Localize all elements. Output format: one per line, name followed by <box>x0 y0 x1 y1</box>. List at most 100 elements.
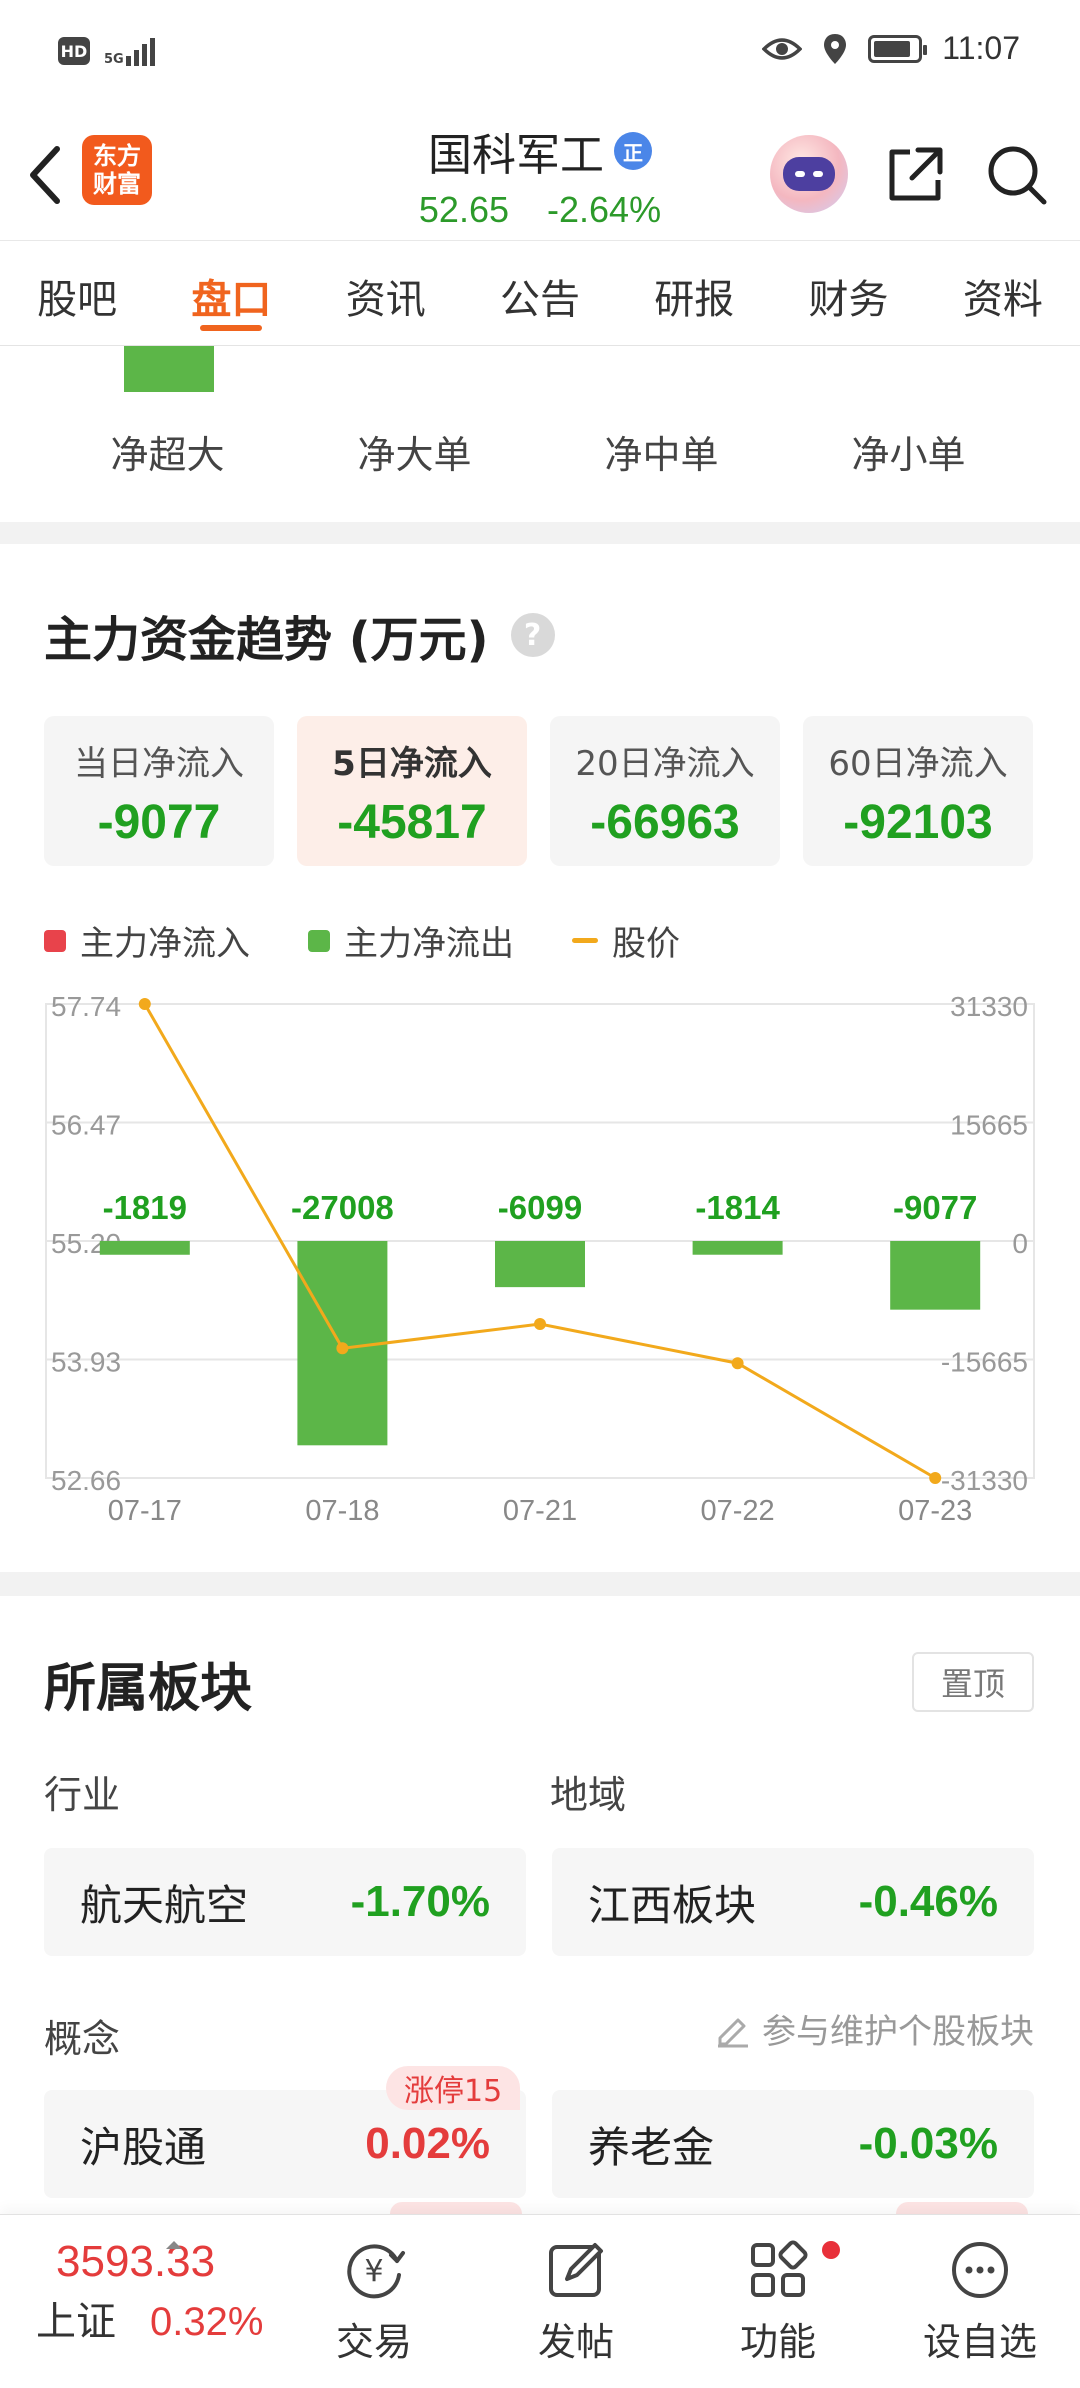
concept-sector[interactable]: 养老金 -0.03% <box>552 2090 1034 2198</box>
pin-top-button[interactable]: 置顶 <box>912 1652 1034 1712</box>
flow-label: 净小单 <box>851 433 966 477</box>
x-tick-label: 07-23 <box>898 1495 972 1527</box>
sector-name: 航天航空 <box>80 1880 249 1930</box>
chart-svg: 57.7456.4755.2053.9352.6631330156650-156… <box>45 991 1035 1527</box>
x-tick-label: 07-21 <box>503 1495 577 1527</box>
period-label: 当日净流入 <box>74 744 244 784</box>
price-point <box>731 1357 744 1370</box>
fund-trend-chart: 57.74 56.47 55.20 53.93 52.66 31330 15665 0 -156… <box>0 984 1080 1564</box>
price-point <box>138 998 151 1010</box>
help-icon[interactable]: ? <box>510 613 555 657</box>
bar-value-label: -1814 <box>695 1189 780 1226</box>
chart-legend: 主力净流入 主力净流出 股价 <box>44 916 680 965</box>
y-right-tick-label: 0 <box>1012 1228 1028 1259</box>
flow-label: 净大单 <box>357 433 472 477</box>
period-value: -66963 <box>590 796 740 849</box>
bar-value-label: -6099 <box>498 1189 582 1226</box>
market-index[interactable]: 3593.33 上证 0.32% <box>36 2237 286 2347</box>
price-point <box>534 1318 546 1331</box>
legend-item: 主力净流出 <box>308 916 514 965</box>
industry-sector[interactable]: 航天航空 -1.70% <box>44 1848 526 1956</box>
y-left-tick-label: 56.47 <box>51 1110 121 1141</box>
limit-up-tag: 涨停15 <box>386 2066 521 2110</box>
tab-bar: 股吧 盘口 资讯 公告 研报 财务 资料 <box>0 240 1080 346</box>
legend-item: 主力净流入 <box>44 916 250 965</box>
tab-3[interactable]: 资讯 <box>309 241 463 345</box>
nav-trade[interactable]: ¥ 交易 <box>304 2235 444 2366</box>
flow-bar <box>495 1241 585 1288</box>
maintain-sectors-link[interactable]: 参与维护个股板块 <box>714 2004 1034 2053</box>
tab-2[interactable]: 盘口 <box>154 241 308 345</box>
stock-name: 国科军工 <box>428 130 604 181</box>
industry-label: 行业 <box>44 1773 121 1817</box>
period-option[interactable]: 60日净流入 -92103 <box>803 716 1033 866</box>
legend-label: 主力净流出 <box>344 924 514 964</box>
price-point <box>336 1342 349 1355</box>
sector-name: 江西板块 <box>588 1880 757 1930</box>
y-right-tick-label: -31330 <box>941 1465 1028 1496</box>
bar-value-label: -27008 <box>291 1189 394 1226</box>
period-option[interactable]: 20日净流入 -66963 <box>550 716 780 866</box>
bar-value-label: -1819 <box>103 1189 187 1226</box>
signal-icon <box>125 36 155 66</box>
stock-price: 52.65 <box>418 189 509 230</box>
period-option[interactable]: 当日净流入 -9077 <box>44 716 274 866</box>
network-indicator: 5G <box>104 36 155 66</box>
compose-icon <box>506 2235 646 2305</box>
location-icon <box>824 33 847 64</box>
flow-bar <box>692 1241 783 1255</box>
sector-change: -0.46% <box>858 1877 998 1926</box>
period-option[interactable]: 5日净流入 -45817 <box>297 716 527 866</box>
nav-label: 设自选 <box>922 2320 1037 2364</box>
bottom-nav: 3593.33 上证 0.32% ¥ 交易 发帖 功能 设自选 <box>0 2214 1080 2388</box>
edit-icon <box>718 2018 748 2047</box>
main-fund-trend-card: 主力资金趋势 (万元) ? 当日净流入 -9077 5日净流入 -45817 20日净流… <box>0 544 1080 1572</box>
tab-6[interactable]: 财务 <box>771 241 925 345</box>
concept-label: 概念 <box>44 2017 121 2061</box>
nav-watchlist[interactable]: 设自选 <box>910 2235 1050 2366</box>
share-button[interactable] <box>880 140 950 210</box>
sector-card: 所属板块 置顶 行业 地域 航天航空 -1.70% 江西板块 -0.46% 概念… <box>0 1596 1080 2222</box>
flow-bar <box>124 346 214 392</box>
y-right-tick-label: 31330 <box>950 991 1028 1022</box>
legend-swatch <box>572 938 598 943</box>
tab-1[interactable]: 股吧 <box>0 241 154 345</box>
battery-icon <box>868 34 928 63</box>
ai-assistant-icon[interactable] <box>770 135 848 213</box>
tab-7[interactable]: 资料 <box>926 241 1080 345</box>
nav-post[interactable]: 发帖 <box>506 2235 646 2366</box>
y-left-tick-label: 52.66 <box>51 1465 121 1496</box>
index-row: 上证 0.32% <box>36 2289 286 2347</box>
search-button[interactable] <box>982 140 1052 210</box>
sector-title: 所属板块 <box>44 1659 253 1719</box>
tab-4[interactable]: 公告 <box>463 241 617 345</box>
flow-label: 净超大 <box>110 433 225 477</box>
index-change: 0.32% <box>150 2300 264 2344</box>
index-name: 上证 <box>36 2299 116 2345</box>
battery-fill <box>874 40 910 57</box>
period-selector: 当日净流入 -9077 5日净流入 -45817 20日净流入 -66963 60日净流入 -… <box>44 716 1033 866</box>
app-header: 东方 财富 国科军工 正 52.65 -2.64% <box>0 105 1080 240</box>
period-label: 20日净流入 <box>575 744 755 784</box>
nav-label: 功能 <box>739 2320 816 2364</box>
period-label: 60日净流入 <box>828 744 1008 784</box>
tab-5[interactable]: 研报 <box>617 241 771 345</box>
legend-label: 股价 <box>612 924 680 964</box>
status-left: HD 5G <box>58 36 155 66</box>
nav-label: 交易 <box>335 2320 412 2364</box>
flow-bar <box>890 1241 981 1310</box>
flow-bar <box>99 1241 190 1255</box>
margin-badge: 正 <box>614 132 652 170</box>
y-left-tick-label: 57.74 <box>51 991 121 1022</box>
sector-change: -1.70% <box>350 1877 490 1926</box>
nav-functions[interactable]: 功能 <box>708 2235 848 2366</box>
maintain-label: 参与维护个股板块 <box>762 2012 1034 2052</box>
page: HD 5G 11:07 东方 财富 国科军工 正 52.65 -2.64% 股吧… <box>0 0 1080 2388</box>
region-sector[interactable]: 江西板块 -0.46% <box>552 1848 1034 1956</box>
sector-name: 沪股通 <box>80 2122 207 2172</box>
period-value: -92103 <box>843 796 993 849</box>
region-label: 地域 <box>550 1773 627 1817</box>
y-left-tick-label: 53.93 <box>51 1347 121 1378</box>
bar-value-label: -9077 <box>893 1189 977 1226</box>
clock: 11:07 <box>942 30 1020 66</box>
